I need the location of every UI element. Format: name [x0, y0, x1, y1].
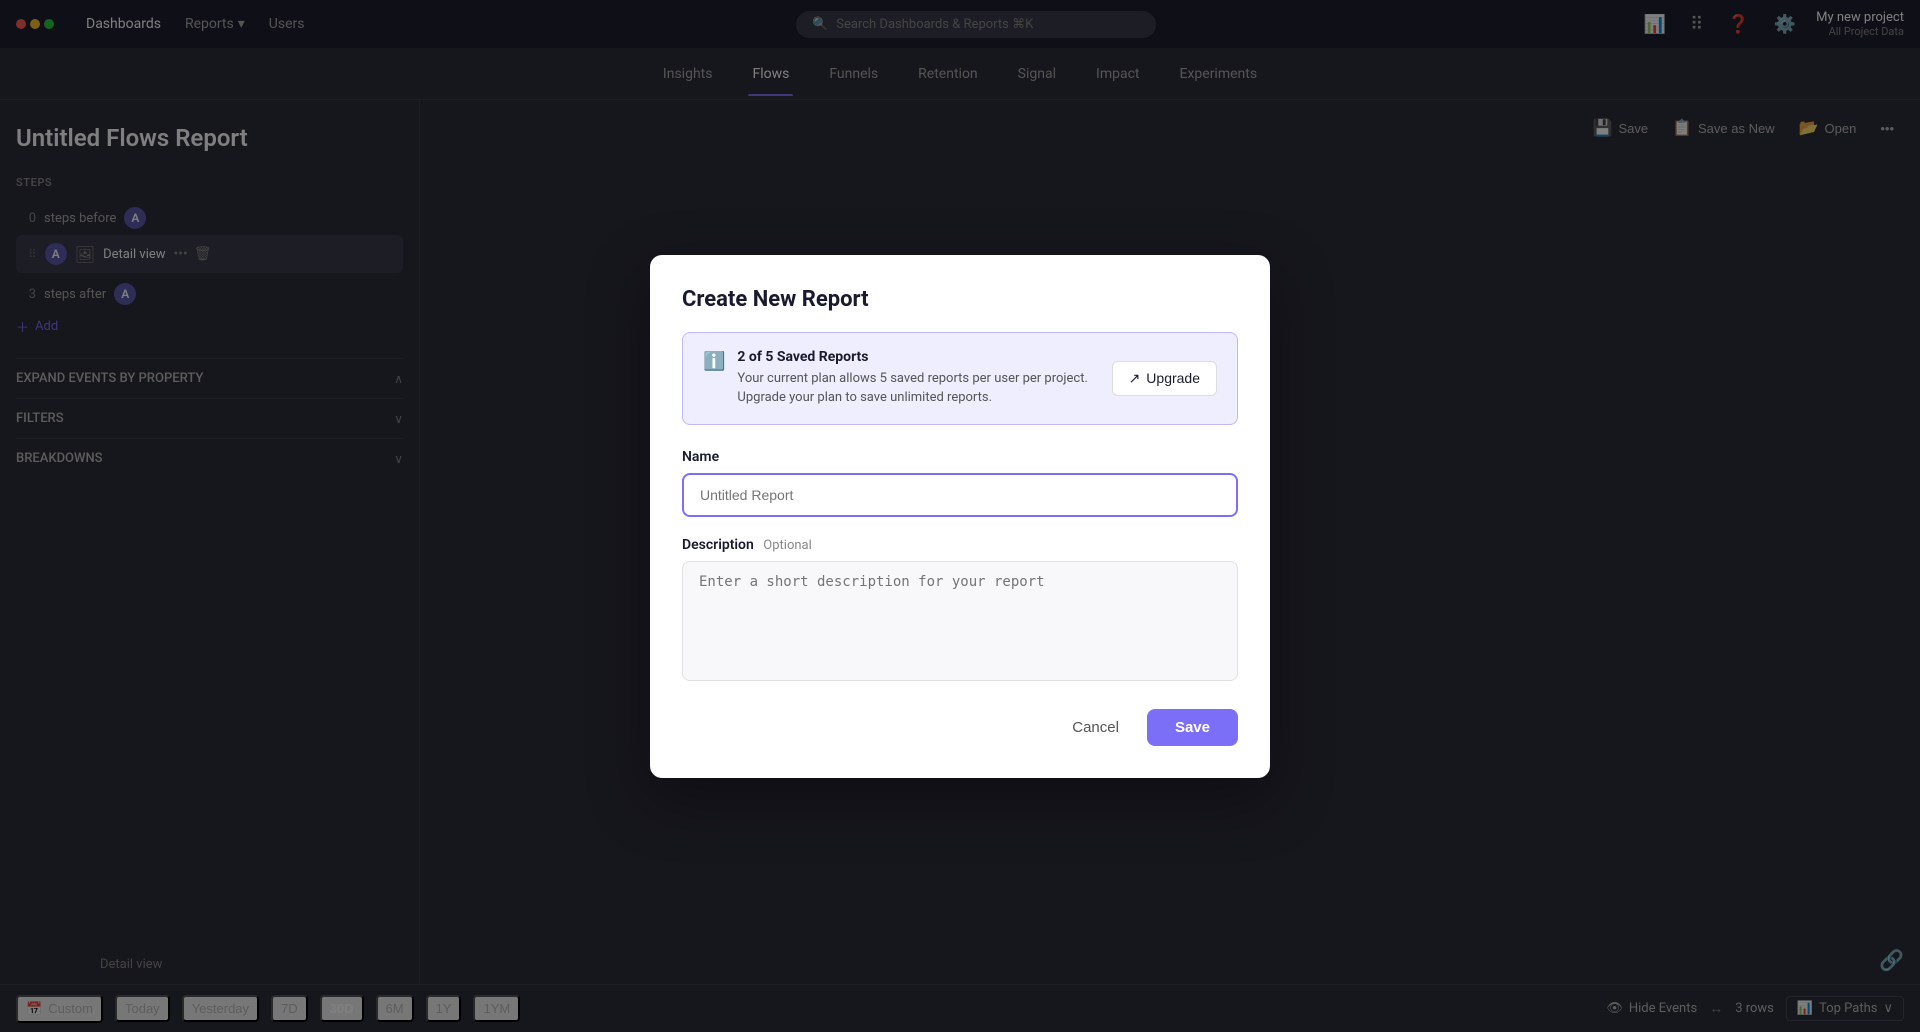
- modal-footer: Cancel Save: [682, 709, 1238, 746]
- optional-label: Optional: [763, 538, 811, 553]
- info-banner-left: ℹ️ 2 of 5 Saved Reports Your current pla…: [703, 349, 1112, 408]
- desc-field-label: Description Optional: [682, 537, 1238, 553]
- info-banner: ℹ️ 2 of 5 Saved Reports Your current pla…: [682, 332, 1238, 425]
- info-icon: ℹ️: [703, 351, 725, 372]
- modal-save-button[interactable]: Save: [1147, 709, 1238, 746]
- info-desc: Your current plan allows 5 saved reports…: [737, 369, 1111, 408]
- cancel-button[interactable]: Cancel: [1056, 709, 1135, 746]
- name-field-label: Name: [682, 449, 1238, 465]
- info-title: 2 of 5 Saved Reports: [737, 349, 1111, 365]
- upgrade-button[interactable]: ↗ Upgrade: [1112, 361, 1217, 396]
- external-link-icon: ↗: [1129, 370, 1141, 387]
- modal-overlay[interactable]: Create New Report ℹ️ 2 of 5 Saved Report…: [0, 0, 1920, 1032]
- description-textarea[interactable]: [682, 561, 1238, 681]
- upgrade-label: Upgrade: [1146, 370, 1200, 386]
- name-input[interactable]: [682, 473, 1238, 517]
- create-report-modal: Create New Report ℹ️ 2 of 5 Saved Report…: [650, 255, 1270, 778]
- modal-title: Create New Report: [682, 287, 1238, 312]
